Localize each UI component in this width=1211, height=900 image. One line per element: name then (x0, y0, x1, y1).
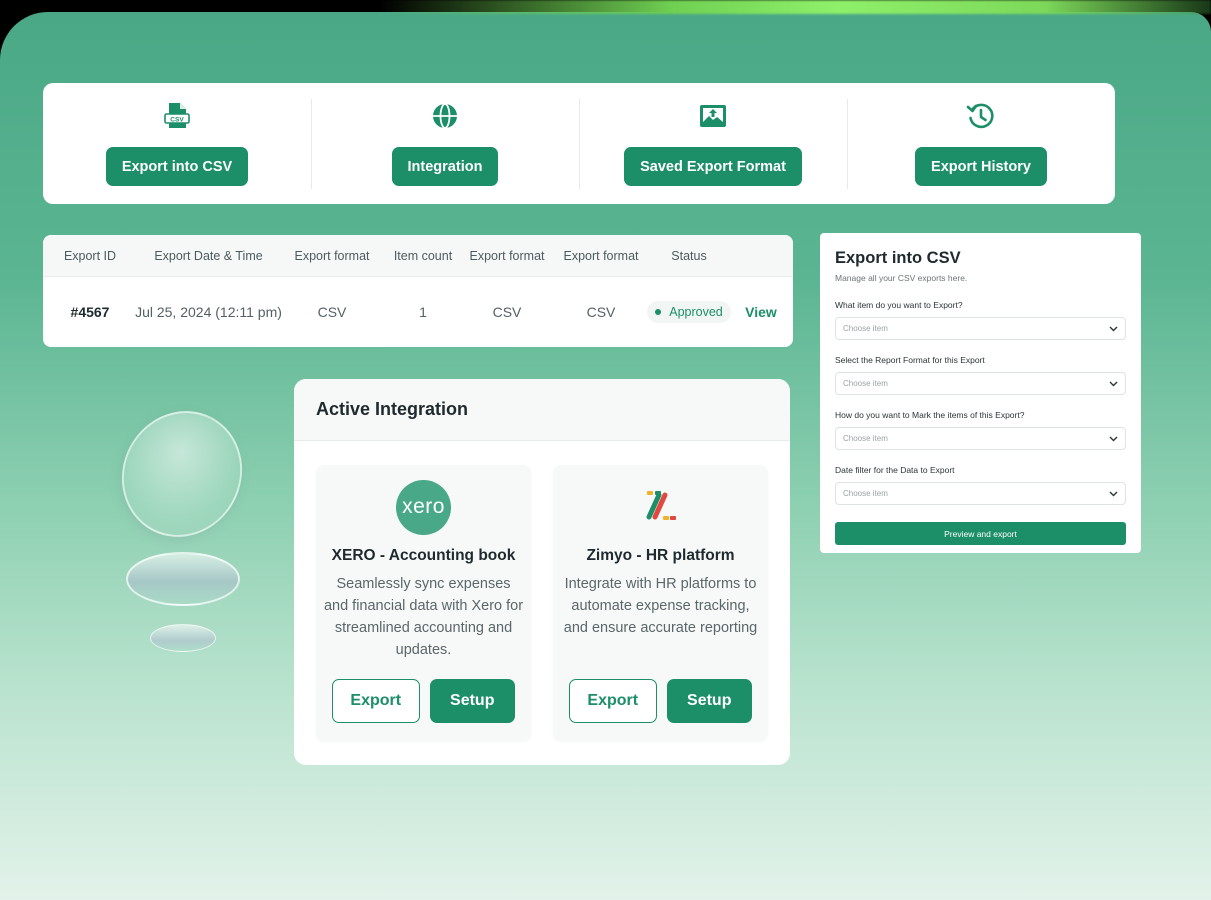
field-label: How do you want to Mark the items of thi… (835, 410, 1025, 420)
table-row: #4567 Jul 25, 2024 (12:11 pm) CSV 1 CSV … (43, 277, 793, 347)
select-placeholder: Choose item (843, 324, 888, 333)
integration-card-description: Integrate with HR platforms to automate … (563, 576, 758, 636)
preview-and-export-button[interactable]: Preview and export (835, 522, 1126, 545)
integration-card-title: XERO - Accounting book (331, 547, 516, 564)
field-label: Select the Report Format for this Export (835, 355, 985, 365)
select-placeholder: Choose item (843, 434, 888, 443)
action-integration: Integration (311, 83, 579, 204)
image-upload-icon (698, 101, 728, 131)
integration-card-description: Seamlessly sync expenses and financial d… (323, 576, 524, 658)
column-header: Export format (294, 248, 370, 263)
export-id: #4567 (70, 304, 110, 320)
xero-export-button[interactable]: Export (332, 679, 420, 723)
export-actions-bar: CSV Export into CSV Integration Saved Ex… (43, 83, 1115, 204)
csv-icon-text: CSV (170, 116, 184, 123)
export-history-button[interactable]: Export History (915, 147, 1047, 186)
status-badge: Approved (647, 301, 731, 323)
integration-button[interactable]: Integration (391, 147, 499, 186)
export-csv-form: Export into CSV Manage all your CSV expo… (820, 233, 1141, 553)
globe-icon (430, 101, 460, 131)
select-placeholder: Choose item (843, 379, 888, 388)
status-text: Approved (669, 305, 723, 319)
column-header: Export format (469, 248, 545, 263)
status-cell: Approved (643, 277, 735, 347)
zimyo-export-button[interactable]: Export (569, 679, 657, 723)
column-header: Status (671, 248, 707, 263)
view-link[interactable]: View (745, 304, 777, 320)
item-count: 1 (419, 304, 427, 320)
integration-card-actions: Export Setup (332, 679, 515, 723)
active-integration-panel: Active Integration xero XERO - Accountin… (294, 379, 790, 765)
export-item-select[interactable]: Choose item (835, 317, 1126, 340)
column-header: Export format (563, 248, 639, 263)
column-header: Export ID (63, 248, 117, 263)
export-date: Jul 25, 2024 (12:11 pm) (135, 304, 282, 320)
xero-logo-icon: xero (396, 479, 451, 535)
zimyo-setup-button[interactable]: Setup (666, 679, 752, 723)
export-history-table: Export ID Export Date & Time Export form… (43, 235, 793, 347)
chevron-down-icon (1109, 381, 1118, 386)
export-format: CSV (586, 304, 616, 320)
export-format: CSV (317, 304, 347, 320)
field-label: Date filter for the Data to Export (835, 465, 955, 475)
field-label: What item do you want to Export? (835, 300, 963, 310)
export-format: CSV (492, 304, 522, 320)
integration-card-actions: Export Setup (569, 679, 752, 723)
zimyo-logo (641, 479, 681, 535)
export-into-csv-button[interactable]: Export into CSV (105, 147, 249, 186)
action-export-csv: CSV Export into CSV (43, 83, 311, 204)
column-header: Export Date & Time (154, 248, 263, 263)
decorative-glass-disc (150, 624, 216, 652)
status-dot-icon (655, 309, 662, 315)
view-cell: View (735, 277, 787, 347)
csv-file-icon: CSV (162, 101, 192, 131)
chevron-down-icon (1109, 326, 1118, 331)
form-title: Export into CSV (835, 249, 961, 267)
action-export-history: Export History (847, 83, 1115, 204)
saved-export-format-button[interactable]: Saved Export Format (624, 147, 802, 186)
chevron-down-icon (1109, 436, 1118, 441)
xero-integration-card: xero XERO - Accounting book Seamlessly s… (316, 465, 531, 741)
chevron-down-icon (1109, 491, 1118, 496)
history-icon (966, 101, 996, 131)
zimyo-logo-icon (646, 491, 676, 520)
form-subtitle: Manage all your CSV exports here. (835, 273, 968, 283)
report-format-select[interactable]: Choose item (835, 372, 1126, 395)
select-placeholder: Choose item (843, 489, 888, 498)
xero-logo: xero (396, 479, 451, 535)
table-header: Export ID Export Date & Time Export form… (43, 235, 793, 277)
xero-setup-button[interactable]: Setup (429, 679, 515, 723)
zimyo-integration-card: Zimyo - HR platform Integrate with HR pl… (553, 465, 768, 741)
mark-items-select[interactable]: Choose item (835, 427, 1126, 450)
action-saved-export-format: Saved Export Format (579, 83, 847, 204)
top-glow-decoration (380, 0, 1211, 14)
decorative-glass-disc (99, 389, 265, 559)
integration-card-title: Zimyo - HR platform (586, 547, 735, 564)
integration-title: Active Integration (294, 379, 790, 441)
date-filter-select[interactable]: Choose item (835, 482, 1126, 505)
page-background: CSV Export into CSV Integration Saved Ex… (0, 12, 1211, 900)
column-header: Item count (393, 248, 453, 263)
decorative-glass-disc (126, 552, 240, 606)
